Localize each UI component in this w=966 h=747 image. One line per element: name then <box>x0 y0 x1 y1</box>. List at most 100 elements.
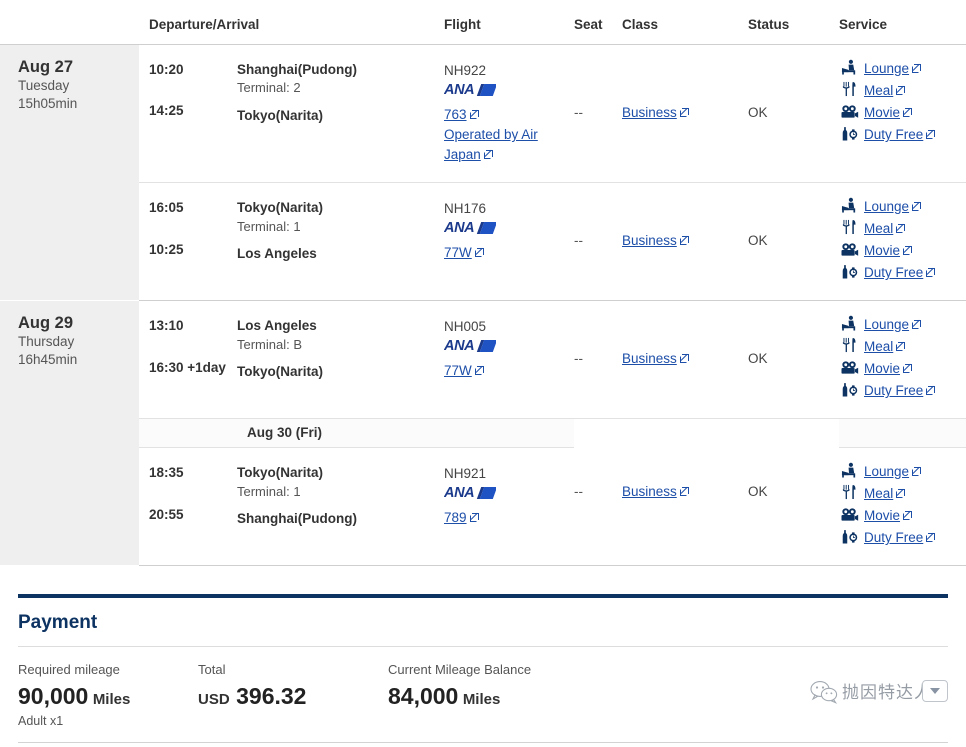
service-link-duty-free[interactable]: Duty Free <box>864 530 923 545</box>
arrival-time: 14:25 <box>149 103 184 119</box>
movie-camera-icon <box>839 103 859 120</box>
external-link-icon <box>469 109 479 119</box>
service-link-meal[interactable]: Meal <box>864 83 893 98</box>
service-link-lounge[interactable]: Lounge <box>864 317 909 332</box>
place-cell: Aug 30 (Fri) Tokyo(Narita) Terminal: 1 Shan… <box>237 418 440 566</box>
service-link-duty-free[interactable]: Duty Free <box>864 383 923 398</box>
service-link-movie[interactable]: Movie <box>864 361 900 376</box>
lounge-chair-icon <box>839 315 859 332</box>
duty-free-bottle-watch-icon <box>839 125 859 142</box>
place-cell: Tokyo(Narita) Terminal: 1 Los Angeles <box>237 182 440 301</box>
date-label: Aug 27 <box>18 57 74 76</box>
flight-number: NH005 <box>444 318 487 334</box>
seat-cell: -- <box>574 300 622 419</box>
sub-date-label: Aug 30 (Fri) <box>237 418 440 448</box>
seat-value: -- <box>574 233 583 249</box>
service-item-meal: Meal <box>839 337 966 357</box>
status-cell: OK <box>748 44 839 183</box>
cabin-class-link[interactable]: Business <box>622 351 677 366</box>
service-cell: Lounge Meal Movie Duty Free <box>839 300 966 419</box>
external-link-icon <box>912 63 922 73</box>
passenger-note: Adult x1 <box>18 713 64 728</box>
service-link-movie[interactable]: Movie <box>864 243 900 258</box>
service-list: Lounge Meal Movie Duty Free <box>839 301 966 418</box>
service-link-meal[interactable]: Meal <box>864 486 893 501</box>
aircraft-equipment-link[interactable]: 77W <box>444 363 472 378</box>
movie-camera-icon <box>839 359 859 376</box>
duty-free-bottle-watch-icon <box>839 263 859 280</box>
service-link-movie[interactable]: Movie <box>864 508 900 523</box>
column-header-date <box>0 0 139 45</box>
flight-cell: NH005 ANA 77W <box>440 300 574 419</box>
arrival-time: 20:55 <box>149 506 184 522</box>
service-link-lounge[interactable]: Lounge <box>864 199 909 214</box>
service-link-movie[interactable]: Movie <box>864 105 900 120</box>
watermark-text: 抛因特达人 <box>842 683 932 703</box>
weekday-label: Thursday <box>18 334 75 350</box>
column-header-seat: Seat <box>574 0 622 45</box>
mileage-balance-unit: Miles <box>462 691 501 709</box>
arrival-airport: Shanghai(Pudong) <box>237 511 357 527</box>
service-item-lounge: Lounge <box>839 315 966 335</box>
service-link-lounge[interactable]: Lounge <box>864 464 909 479</box>
service-list: Lounge Meal Movie Duty Free <box>839 183 966 300</box>
external-link-icon <box>912 201 922 211</box>
total-currency: USD <box>198 691 230 709</box>
flight-number: NH176 <box>444 200 487 216</box>
service-item-meal: Meal <box>839 81 966 101</box>
class-cell: Business <box>622 418 748 566</box>
departure-airport: Tokyo(Narita) <box>237 199 324 215</box>
service-item-duty-free: Duty Free <box>839 125 966 145</box>
status-cell: OK <box>748 418 839 566</box>
status-value: OK <box>748 233 768 249</box>
external-link-icon <box>926 268 936 278</box>
movie-camera-icon <box>839 241 859 258</box>
itinerary-date-cell: Aug 29 Thursday 16h45min <box>0 300 139 566</box>
service-item-lounge: Lounge <box>839 59 966 79</box>
external-link-icon <box>474 247 484 257</box>
status-value: OK <box>748 483 768 499</box>
seat-value: -- <box>574 105 583 121</box>
aircraft-equipment-link[interactable]: 77W <box>444 245 472 260</box>
seat-value: -- <box>574 351 583 367</box>
external-link-icon <box>896 488 906 498</box>
service-link-duty-free[interactable]: Duty Free <box>864 265 923 280</box>
service-link-meal[interactable]: Meal <box>864 339 893 354</box>
ana-logo: ANA <box>444 221 496 236</box>
aircraft-equipment-link[interactable]: 789 <box>444 510 467 525</box>
ana-logo: ANA <box>444 339 496 354</box>
column-header-departure-arrival: Departure/Arrival <box>139 0 440 45</box>
service-item-movie: Movie <box>839 103 966 123</box>
class-cell: Business <box>622 182 748 301</box>
cabin-class-link[interactable]: Business <box>622 105 677 120</box>
status-value: OK <box>748 105 768 121</box>
place-cell: Los Angeles Terminal: B Tokyo(Narita) <box>237 300 440 419</box>
service-link-meal[interactable]: Meal <box>864 221 893 236</box>
watermark-dropdown-button[interactable] <box>922 679 948 702</box>
cutlery-icon <box>839 484 859 501</box>
table-row: 16:05 10:25 Tokyo(Narita) Terminal: 1 Los An… <box>0 182 966 301</box>
status-cell: OK <box>748 300 839 419</box>
cabin-class-link[interactable]: Business <box>622 484 677 499</box>
required-mileage-value: 90,000 <box>18 683 89 710</box>
service-cell: Lounge Meal Movie Duty Free <box>839 44 966 183</box>
cutlery-icon <box>839 337 859 354</box>
payment-title: Payment <box>18 612 98 633</box>
service-list: Lounge Meal Movie Duty Free <box>839 45 966 162</box>
service-item-movie: Movie <box>839 506 966 526</box>
service-list: Lounge Meal Movie Duty Free <box>839 448 966 565</box>
aircraft-equipment-link[interactable]: 763 <box>444 107 467 122</box>
external-link-icon <box>896 223 906 233</box>
external-link-icon <box>912 466 922 476</box>
service-item-duty-free: Duty Free <box>839 381 966 401</box>
service-link-duty-free[interactable]: Duty Free <box>864 127 923 142</box>
mileage-balance-label: Current Mileage Balance <box>388 662 532 677</box>
flight-cell: NH176 ANA 77W <box>440 182 574 301</box>
external-link-icon <box>896 341 906 351</box>
class-cell: Business <box>622 44 748 183</box>
cabin-class-link[interactable]: Business <box>622 233 677 248</box>
arrival-time: 10:25 <box>149 241 184 257</box>
time-cell: 10:20 14:25 <box>139 44 237 183</box>
service-link-lounge[interactable]: Lounge <box>864 61 909 76</box>
departure-airport: Los Angeles <box>237 317 317 333</box>
